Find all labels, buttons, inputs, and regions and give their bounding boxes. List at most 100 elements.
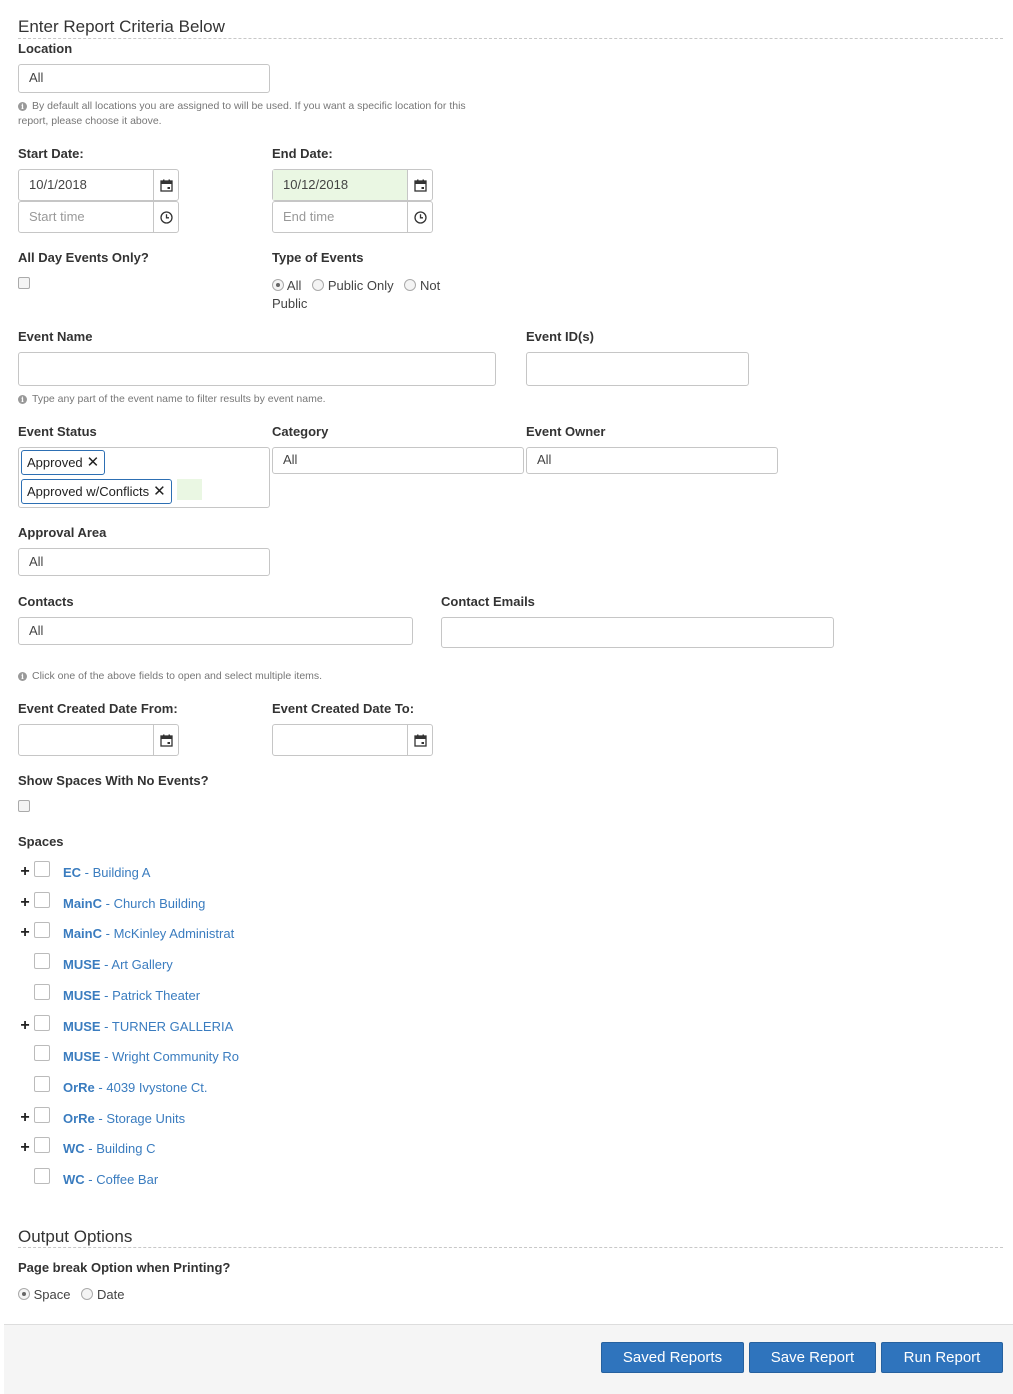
end-time-field: End time bbox=[272, 201, 433, 233]
tree-item-link[interactable]: MainC - McKinley Administrat bbox=[63, 926, 243, 941]
saved-reports-button[interactable]: Saved Reports bbox=[601, 1342, 744, 1373]
expand-icon[interactable]: + bbox=[18, 895, 32, 911]
created-from-input[interactable] bbox=[19, 725, 153, 755]
calendar-icon[interactable] bbox=[407, 170, 432, 200]
tree-item-link[interactable]: OrRe - 4039 Ivystone Ct. bbox=[63, 1080, 243, 1095]
type-public-radio[interactable] bbox=[312, 279, 325, 291]
all-day-checkbox[interactable] bbox=[18, 277, 30, 289]
space-code: MainC bbox=[63, 895, 102, 911]
event-ids-label: Event ID(s) bbox=[526, 329, 594, 344]
end-date-label: End Date: bbox=[272, 146, 333, 161]
info-icon: i bbox=[18, 102, 27, 111]
tree-item-checkbox[interactable] bbox=[34, 892, 50, 908]
all-day-label: All Day Events Only? bbox=[18, 250, 149, 265]
tree-item: + MainC - Church Building bbox=[18, 892, 243, 913]
separator: - bbox=[100, 987, 113, 1003]
expand-icon[interactable]: + bbox=[18, 1018, 32, 1034]
event-name-label: Event Name bbox=[18, 329, 93, 344]
type-events-group: All Public Only Not Public bbox=[272, 277, 472, 313]
criteria-title: Enter Report Criteria Below bbox=[18, 17, 225, 36]
tree-item-checkbox[interactable] bbox=[34, 861, 50, 877]
start-date-input[interactable]: 10/1/2018 bbox=[19, 170, 153, 200]
tree-item-checkbox[interactable] bbox=[34, 1168, 50, 1184]
tree-item: + EC - Building A bbox=[18, 861, 243, 882]
tree-item-checkbox[interactable] bbox=[34, 984, 50, 1000]
tree-item-link[interactable]: OrRe - Storage Units bbox=[63, 1111, 243, 1126]
page-break-date-radio[interactable] bbox=[81, 1288, 94, 1300]
space-name: Storage Units bbox=[106, 1110, 186, 1126]
tree-item-checkbox[interactable] bbox=[34, 1045, 50, 1061]
tree-item-checkbox[interactable] bbox=[34, 1076, 50, 1092]
save-report-button[interactable]: Save Report bbox=[749, 1342, 876, 1373]
close-icon[interactable]: ✕ bbox=[87, 454, 100, 471]
end-date-field: 10/12/2018 bbox=[272, 169, 433, 201]
contacts-label: Contacts bbox=[18, 594, 74, 609]
tree-item: MUSE - Art Gallery bbox=[18, 953, 243, 974]
tree-item-checkbox[interactable] bbox=[34, 953, 50, 969]
expand-icon[interactable]: + bbox=[18, 864, 32, 880]
tree-item: + MainC - McKinley Administrat bbox=[18, 922, 243, 943]
tree-item: OrRe - 4039 Ivystone Ct. bbox=[18, 1076, 243, 1097]
tree-item: WC - Coffee Bar bbox=[18, 1168, 243, 1189]
calendar-icon[interactable] bbox=[407, 725, 432, 755]
status-tag-approved: Approved ✕ bbox=[21, 450, 106, 475]
space-code: WC bbox=[63, 1171, 85, 1187]
tree-item-checkbox[interactable] bbox=[34, 1015, 50, 1031]
event-status-search[interactable] bbox=[177, 479, 202, 500]
type-not-public-radio[interactable] bbox=[404, 279, 417, 291]
tree-item-link[interactable]: MUSE - Wright Community Ro bbox=[63, 1049, 243, 1064]
tree-item-link[interactable]: EC - Building A bbox=[63, 865, 243, 880]
separator: - bbox=[100, 956, 112, 972]
created-to-input[interactable] bbox=[273, 725, 407, 755]
tree-item: + MUSE - TURNER GALLERIA bbox=[18, 1015, 243, 1036]
tree-item-checkbox[interactable] bbox=[34, 1137, 50, 1153]
contact-emails-label: Contact Emails bbox=[441, 594, 535, 609]
page-break-space-radio[interactable] bbox=[18, 1288, 30, 1300]
expand-icon[interactable]: + bbox=[18, 1110, 32, 1126]
expand-icon[interactable]: + bbox=[18, 1140, 32, 1156]
created-to-label: Event Created Date To: bbox=[272, 701, 415, 716]
expand-icon[interactable]: + bbox=[18, 925, 32, 941]
location-select[interactable]: All bbox=[18, 64, 270, 93]
run-report-button[interactable]: Run Report bbox=[881, 1342, 1003, 1373]
category-label: Category bbox=[272, 424, 329, 439]
calendar-icon[interactable] bbox=[153, 170, 178, 200]
start-time-input[interactable]: Start time bbox=[19, 202, 153, 232]
tree-item-link[interactable]: MUSE - Art Gallery bbox=[63, 957, 243, 972]
page-break-date-label: Date bbox=[96, 1287, 125, 1302]
separator: - bbox=[102, 925, 114, 941]
tree-item: + OrRe - Storage Units bbox=[18, 1107, 243, 1128]
tree-item-link[interactable]: MainC - Church Building bbox=[63, 896, 243, 911]
page-break-group: Space Date bbox=[18, 1287, 124, 1303]
contacts-select[interactable]: All bbox=[18, 617, 413, 645]
event-owner-select[interactable]: All bbox=[526, 447, 778, 474]
tree-item-link[interactable]: MUSE - Patrick Theater bbox=[63, 988, 243, 1003]
space-name: Building A bbox=[92, 864, 151, 880]
type-all-label: All bbox=[286, 278, 302, 293]
event-status-label: Event Status bbox=[18, 424, 97, 439]
tree-item-link[interactable]: WC - Building C bbox=[63, 1141, 243, 1156]
clock-icon[interactable] bbox=[407, 202, 432, 232]
end-date-input[interactable]: 10/12/2018 bbox=[273, 170, 407, 200]
approval-area-select[interactable]: All bbox=[18, 548, 270, 576]
category-select[interactable]: All bbox=[272, 447, 524, 474]
tree-item-checkbox[interactable] bbox=[34, 1107, 50, 1123]
space-code: MUSE bbox=[63, 987, 101, 1003]
type-all-radio[interactable] bbox=[272, 279, 284, 291]
separator: - bbox=[100, 1018, 112, 1034]
tree-item-checkbox[interactable] bbox=[34, 922, 50, 938]
tree-item: MUSE - Wright Community Ro bbox=[18, 1045, 243, 1066]
event-ids-input[interactable] bbox=[526, 352, 749, 386]
clock-icon[interactable] bbox=[153, 202, 178, 232]
show-spaces-checkbox[interactable] bbox=[18, 800, 30, 812]
tree-item-link[interactable]: WC - Coffee Bar bbox=[63, 1172, 243, 1187]
tree-item-link[interactable]: MUSE - TURNER GALLERIA bbox=[63, 1019, 243, 1034]
contact-emails-input[interactable] bbox=[441, 617, 834, 648]
calendar-icon[interactable] bbox=[153, 725, 178, 755]
end-time-input[interactable]: End time bbox=[273, 202, 407, 232]
type-events-label: Type of Events bbox=[272, 250, 364, 265]
close-icon[interactable]: ✕ bbox=[153, 483, 166, 500]
space-code: MUSE bbox=[63, 1018, 101, 1034]
separator: - bbox=[102, 895, 114, 911]
event-name-input[interactable] bbox=[18, 352, 496, 386]
